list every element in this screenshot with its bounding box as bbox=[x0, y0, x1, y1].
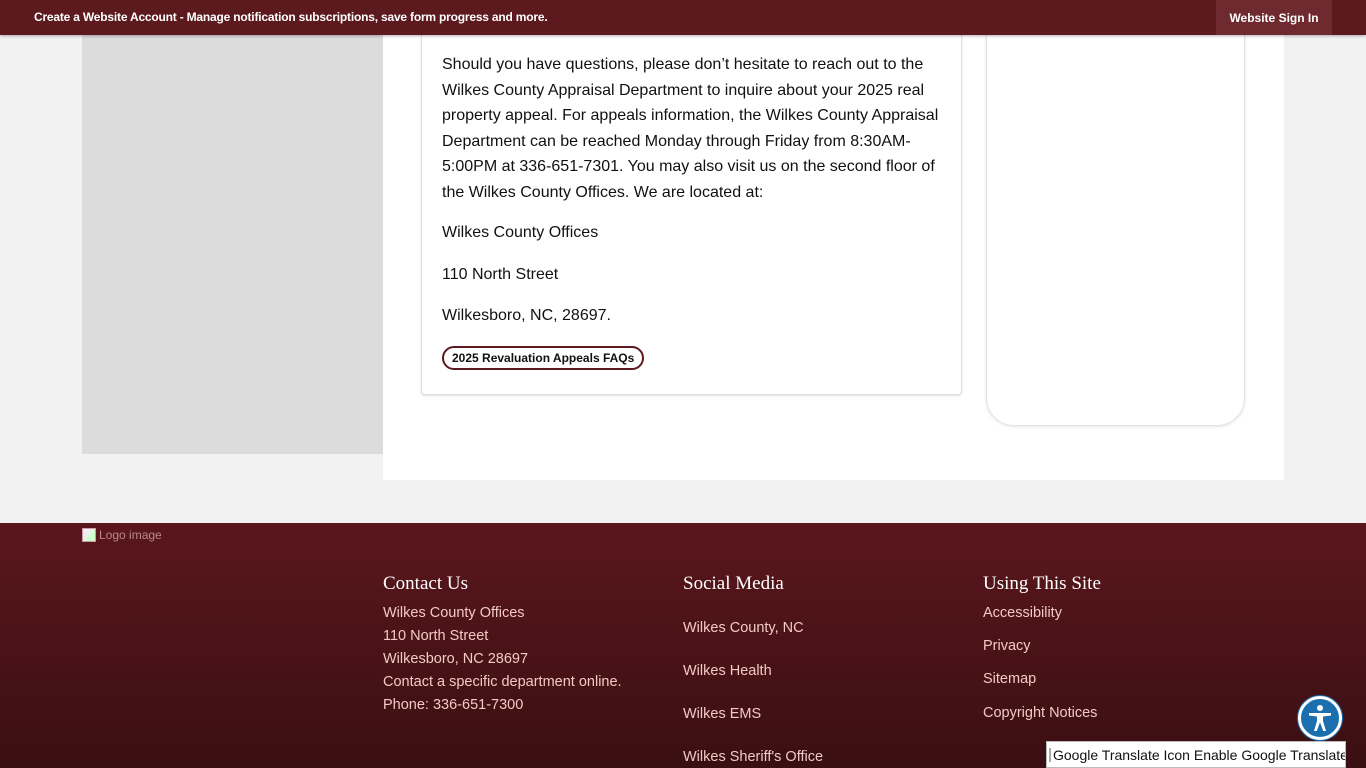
broken-image-icon bbox=[82, 528, 96, 542]
revaluation-faqs-button[interactable]: 2025 Revaluation Appeals FAQs bbox=[442, 346, 645, 370]
appeals-info-card: Should you have questions, please don’t … bbox=[421, 28, 962, 395]
right-side-panel bbox=[986, 20, 1245, 426]
account-banner: Create a Website Account - Manage notifi… bbox=[0, 0, 1366, 35]
appeals-contact-paragraph: Should you have questions, please don’t … bbox=[442, 56, 939, 201]
contact-phone: Phone: 336-651-7300 bbox=[383, 697, 524, 713]
address-line-city: Wilkesboro, NC, 28697. bbox=[442, 307, 611, 324]
address-line-street: 110 North Street bbox=[442, 266, 559, 283]
copyright-notices-link[interactable]: Copyright Notices bbox=[983, 705, 1097, 721]
accessibility-icon bbox=[1309, 705, 1331, 731]
sitemap-link[interactable]: Sitemap bbox=[983, 671, 1036, 687]
google-translate-button[interactable]: Google Translate Icon Enable Google Tran… bbox=[1046, 741, 1346, 768]
contact-us-heading: Contact Us bbox=[383, 573, 468, 594]
google-translate-label: Google Translate Icon Enable Google Tran… bbox=[1053, 746, 1346, 763]
logo-alt-text: Logo image bbox=[99, 528, 162, 542]
contact-line-street: 110 North Street bbox=[383, 628, 489, 644]
social-link-wilkes-health[interactable]: Wilkes Health bbox=[683, 663, 772, 679]
create-account-link[interactable]: Create a Website Account - Manage notifi… bbox=[34, 10, 548, 24]
social-media-heading: Social Media bbox=[683, 573, 784, 594]
footer-logo[interactable]: Logo image bbox=[82, 527, 162, 543]
accessibility-link[interactable]: Accessibility bbox=[983, 605, 1062, 621]
google-translate-icon bbox=[1049, 747, 1051, 762]
social-media-column: Social Media Wilkes County, NC Wilkes He… bbox=[683, 573, 823, 765]
social-link-wilkes-ems[interactable]: Wilkes EMS bbox=[683, 706, 761, 722]
contact-department-link[interactable]: Contact a specific department online. bbox=[383, 674, 622, 690]
using-this-site-heading: Using This Site bbox=[983, 573, 1101, 594]
website-sign-in-button[interactable]: Website Sign In bbox=[1216, 0, 1332, 35]
contact-us-column: Contact Us Wilkes County Offices 110 Nor… bbox=[383, 573, 622, 713]
privacy-link[interactable]: Privacy bbox=[983, 638, 1031, 654]
left-sidebar bbox=[82, 35, 383, 454]
social-link-wilkes-county[interactable]: Wilkes County, NC bbox=[683, 620, 804, 636]
address-line-office: Wilkes County Offices bbox=[442, 224, 599, 241]
using-this-site-column: Using This Site Accessibility Privacy Si… bbox=[983, 573, 1101, 721]
social-link-wilkes-sheriff[interactable]: Wilkes Sheriff's Office bbox=[683, 749, 823, 765]
site-footer: Logo image Contact Us Wilkes County Offi… bbox=[0, 523, 1366, 768]
contact-line-city: Wilkesboro, NC 28697 bbox=[383, 651, 529, 667]
contact-line-office: Wilkes County Offices bbox=[383, 605, 525, 621]
accessibility-widget-button[interactable] bbox=[1298, 696, 1342, 740]
